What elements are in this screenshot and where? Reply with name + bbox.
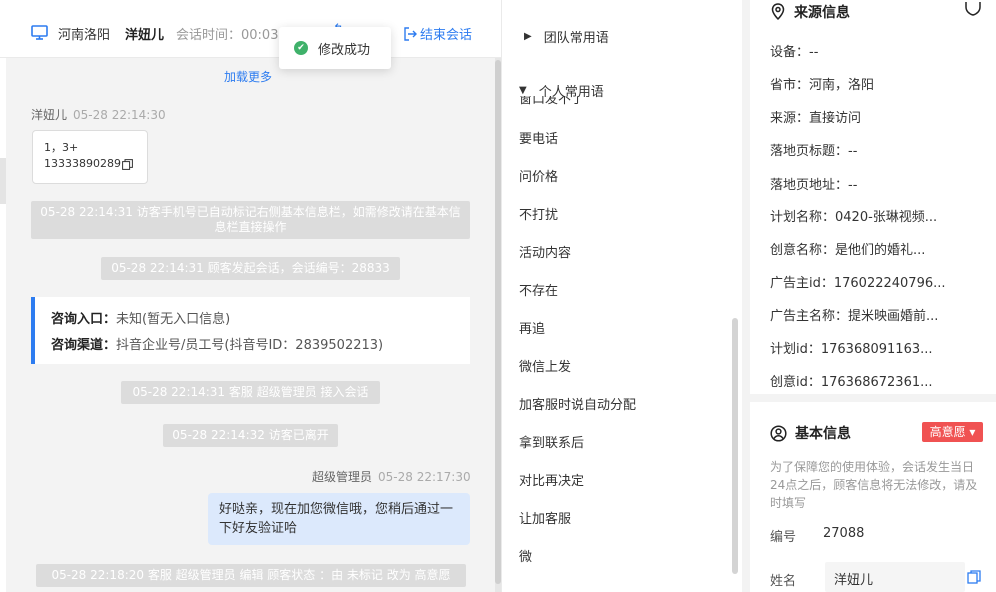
system-notice: 05-28 22:18:20 客服 超级管理员 编辑 顾客状态 ：由 未标记 改… (36, 564, 466, 587)
end-session-button[interactable]: 结束会话 (403, 24, 472, 43)
source-info-heading: 来源信息 (770, 2, 850, 22)
check-circle-icon: ✔ (294, 41, 308, 55)
toast-message: 修改成功 (318, 42, 371, 58)
intent-level-select[interactable]: 高意愿 ▾ (922, 422, 983, 442)
team-phrases-group[interactable]: ▶ 团队常用语 (524, 27, 609, 46)
copy-icon[interactable] (122, 158, 133, 170)
phrase-item[interactable]: 再追 (519, 318, 545, 337)
phrase-item[interactable]: 对比再决定 (519, 470, 584, 489)
caret-right-icon: ▶ (524, 31, 532, 42)
sender-name: 洋妞儿 (31, 108, 68, 122)
advertiser-name: 广告主名称：提米映画婚前... (770, 309, 939, 324)
group-label: 团队常用语 (543, 31, 609, 46)
phrase-item[interactable]: 微 (519, 546, 532, 565)
phrase-item[interactable]: 微信上发 (519, 356, 571, 375)
visitor-location: 河南洛阳 (58, 28, 111, 43)
success-toast: ✔ 修改成功 (279, 27, 391, 69)
message-time: 05-28 22:17:30 (378, 470, 471, 484)
phrase-item[interactable]: 问价格 (519, 166, 558, 185)
landing-page-title: 落地页标题：-- (770, 144, 858, 159)
customer-message-bubble: 1，3+ 13333890289 (32, 130, 148, 184)
load-more-link[interactable]: 加载更多 (224, 68, 272, 85)
name-label: 姓名 (770, 574, 797, 589)
system-notice: 05-28 22:14:32 访客已离开 (163, 424, 338, 447)
location-pin-icon (771, 3, 785, 21)
plan-id: 计划id：176368091163... (770, 342, 933, 357)
source-device: 设备：-- (770, 45, 819, 60)
chat-panel: 河南洛阳 洋妞儿 会话时间：00:03:30 ↰ ... 结束会话 ✔ 修改成功… (0, 0, 501, 592)
agent-message-bubble: 好哒亲，现在加您微信哦，您稍后通过一下好友验证哈 (208, 493, 470, 545)
entry-label: 咨询入口： (51, 312, 117, 327)
phone-number-text: 13333890289 (44, 157, 121, 170)
phrase-item[interactable]: 窗口发不了 (519, 96, 639, 106)
system-notice: 05-28 22:14:31 顾客发起会话，会话编号：28833 (101, 257, 400, 280)
basic-info-heading: 基本信息 (770, 423, 851, 443)
source-channel: 来源：直接访问 (770, 111, 862, 126)
phrase-item[interactable]: 不存在 (519, 280, 558, 299)
source-region: 省市：河南，洛阳 (770, 78, 875, 93)
message-time: 05-28 22:14:30 (73, 108, 166, 122)
phrase-scrollbar-thumb[interactable] (732, 318, 738, 574)
phrase-item-label: 窗口发不了 (519, 96, 585, 106)
section-title: 来源信息 (794, 5, 850, 21)
phrase-panel: ▶ 团队常用语 ▼ 个人常用语 窗口发不了 要电话 问价格 不打扰 活动内容 不… (501, 0, 741, 592)
channel-value: 抖音企业号/员工号(抖音号ID：2839502213) (116, 338, 384, 353)
chat-body: 加载更多 洋妞儿 05-28 22:14:30 1，3+ 13333890289 … (6, 58, 501, 592)
advertiser-id: 广告主id：176022240796... (770, 276, 946, 291)
entry-value: 未知(暂无入口信息) (116, 312, 231, 327)
id-label: 编号 (770, 530, 797, 545)
copy-icon[interactable] (967, 570, 981, 584)
visitor-name: 洋妞儿 (125, 28, 165, 43)
message-meta: 超级管理员 05-28 22:17:30 (312, 468, 471, 485)
message-text-line: 1，3+ (44, 141, 79, 154)
chat-header: 河南洛阳 洋妞儿 会话时间：00:03:30 ↰ ... 结束会话 (0, 0, 501, 58)
id-value: 27088 (823, 526, 865, 541)
phrase-item[interactable]: 要电话 (519, 128, 558, 147)
caret-down-icon: ▼ (519, 85, 527, 96)
system-notice: 05-28 22:14:31 客服 超级管理员 接入会话 (121, 381, 380, 404)
edit-deadline-hint: 为了保障您的使用体验，会话发生当日24点之后，顾客信息将无法修改，请及时填写 (770, 460, 978, 510)
name-field[interactable]: 洋妞儿 (825, 562, 965, 592)
phrase-item[interactable]: 拿到联系后 (519, 432, 584, 451)
sender-name: 超级管理员 (312, 470, 373, 484)
channel-label: 咨询渠道： (51, 338, 117, 353)
phrase-item[interactable]: 活动内容 (519, 242, 571, 261)
phrase-item[interactable]: 让加客服 (519, 508, 571, 527)
creative-name: 创意名称：是他们的婚礼... (770, 243, 926, 258)
consult-info-card: 咨询入口：未知(暂无入口信息) 咨询渠道：抖音企业号/员工号(抖音号ID：283… (31, 297, 470, 364)
end-session-label: 结束会话 (420, 28, 473, 43)
section-title: 基本信息 (795, 426, 851, 442)
phrase-item[interactable]: 加客服时说自动分配 (519, 394, 636, 413)
shield-icon[interactable] (964, 1, 982, 17)
user-circle-icon (770, 424, 787, 442)
phrase-item[interactable]: 不打扰 (519, 204, 558, 223)
monitor-icon (31, 25, 48, 40)
section-divider (750, 394, 996, 402)
plan-name: 计划名称：0420-张琳视频... (770, 210, 938, 225)
info-panel: 来源信息 设备：-- 省市：河南，洛阳 来源：直接访问 落地页标题：-- 落地页… (742, 0, 996, 592)
message-meta: 洋妞儿 05-28 22:14:30 (31, 106, 166, 123)
landing-page-url: 落地页地址：-- (770, 178, 858, 193)
exit-icon (404, 26, 417, 41)
system-notice: 05-28 22:14:31 访客手机号已自动标记右侧基本信息栏，如需修改请在基… (31, 201, 470, 239)
creative-id: 创意id：176368672361... (770, 375, 933, 390)
